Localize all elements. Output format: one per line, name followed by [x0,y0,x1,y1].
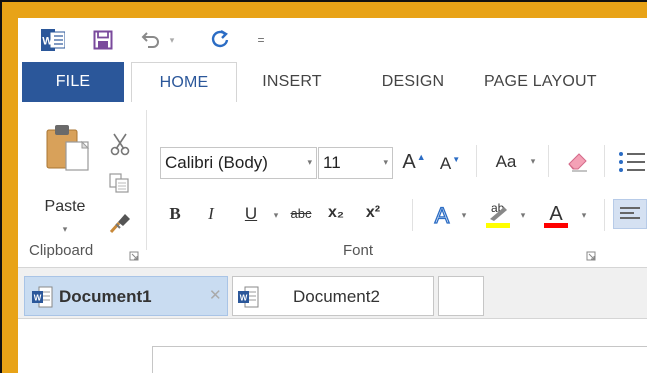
change-case-button[interactable]: Aa [488,149,524,175]
customize-toolbar-icon[interactable]: = [252,28,270,52]
shrink-font-icon[interactable]: A ▼ [437,151,463,177]
document-tab-active[interactable]: W Document1 ✕ [24,276,228,316]
document-area [18,319,647,373]
text-effects-dropdown-icon[interactable]: ▾ [458,210,470,221]
divider [548,145,549,177]
divider [412,199,413,231]
format-painter-icon[interactable] [107,210,133,234]
window-border-top [2,2,647,18]
word-document-icon: W [32,286,53,308]
font-size-select[interactable]: 11 ▾ [318,147,393,179]
word-document-icon: W [238,286,259,308]
divider [604,145,605,177]
clipboard-launcher-icon[interactable] [129,248,139,261]
word-logo-icon[interactable]: W [39,28,67,52]
text-effects-glyph: A [435,203,450,228]
font-size-value: 11 [323,153,341,172]
document-tab[interactable]: W Document2 [232,276,434,316]
text-effects-icon[interactable]: A [428,201,456,229]
paste-button-label[interactable]: Paste [40,198,90,216]
document-tab-title: Document1 [59,287,152,306]
change-case-dropdown-icon[interactable]: ▾ [527,156,539,167]
superscript-button[interactable]: x² [358,204,388,222]
close-tab-icon[interactable]: ✕ [209,286,222,304]
shrink-font-glyph: A [439,154,452,173]
bullets-icon[interactable] [615,149,647,175]
new-document-tab[interactable] [438,276,484,316]
font-color-glyph: A [549,203,563,225]
document-page[interactable] [152,346,647,373]
font-size-dropdown-icon[interactable]: ▾ [383,157,388,168]
tab-insert[interactable]: INSERT [244,62,340,102]
word-logo-letter: W [42,36,53,48]
highlight-dropdown-icon[interactable]: ▾ [517,210,529,221]
font-group-label: Font [343,242,374,259]
clear-formatting-icon[interactable] [564,147,592,175]
align-left-icon[interactable] [613,199,647,229]
tab-home[interactable]: HOME [131,62,237,103]
strikethrough-button[interactable]: abc [284,206,318,221]
grow-font-icon[interactable]: A ▲ [401,149,427,175]
tab-page-layout[interactable]: PAGE LAYOUT [484,62,647,102]
word-window: W ▾ = FILE HOME INSERT DESIGN PAGE LAYOU… [18,18,647,373]
italic-button[interactable]: I [201,204,221,224]
document-icon-letter: W [34,294,42,303]
divider [604,199,605,231]
highlight-icon[interactable]: ab [482,199,512,229]
save-icon[interactable] [91,28,115,52]
underline-button[interactable]: U [241,204,261,224]
undo-icon[interactable] [138,28,162,52]
font-color-dropdown-icon[interactable]: ▾ [578,210,590,221]
paste-icon[interactable] [44,122,94,172]
document-tabs-bar: W Document1 ✕ W Document2 [18,267,647,319]
font-color-icon[interactable]: A [541,199,571,229]
quick-access-toolbar: W ▾ = [18,18,647,62]
tab-file[interactable]: FILE [22,62,124,102]
copy-icon[interactable] [108,172,130,194]
font-name-select[interactable]: Calibri (Body) ▾ [160,147,317,179]
document-tab-title: Document2 [293,287,380,306]
grow-font-glyph: A [402,150,416,173]
window-border-left [2,2,18,373]
ribbon-home: Paste ▾ Clipboard Calibri (Body) ▾ 11 ▾ … [18,102,647,267]
ribbon-tabs: FILE HOME INSERT DESIGN PAGE LAYOUT [18,62,647,103]
undo-dropdown-icon[interactable]: ▾ [165,28,179,52]
font-name-dropdown-icon[interactable]: ▾ [307,157,312,168]
group-divider [146,110,147,250]
paste-dropdown-icon[interactable]: ▾ [58,224,72,235]
repeat-icon[interactable] [208,28,232,52]
subscript-button[interactable]: x₂ [321,204,351,222]
cut-icon[interactable] [108,132,132,156]
font-launcher-icon[interactable] [586,248,596,261]
tab-design[interactable]: DESIGN [363,62,463,102]
underline-dropdown-icon[interactable]: ▾ [270,210,282,221]
clipboard-group-label: Clipboard [29,242,94,259]
divider [476,145,477,177]
bold-button[interactable]: B [165,204,185,224]
document-icon-letter: W [240,294,248,303]
font-name-value: Calibri (Body) [165,153,268,172]
